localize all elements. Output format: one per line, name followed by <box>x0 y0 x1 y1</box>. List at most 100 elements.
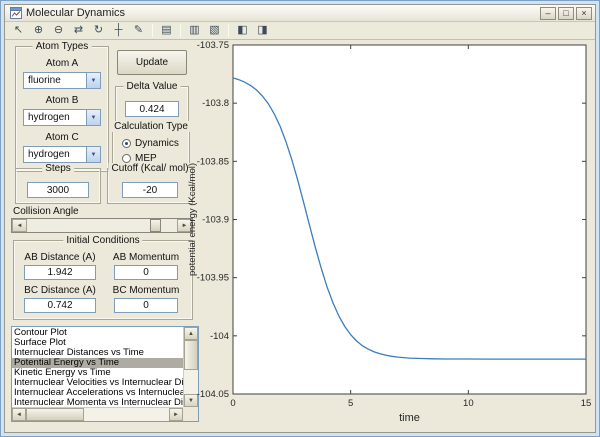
delta-value-title: Delta Value <box>123 81 181 92</box>
horizontal-scroll-track[interactable] <box>26 408 169 421</box>
data-cursor-icon[interactable]: ┼ <box>109 23 128 39</box>
scroll-right-icon[interactable]: ► <box>169 408 183 421</box>
svg-text:-103.75: -103.75 <box>197 40 229 51</box>
atom-a-dropdown[interactable]: fluorine ▼ <box>23 72 101 89</box>
brush-icon[interactable]: ✎ <box>129 23 148 39</box>
insert-colorbar-icon[interactable]: ▥ <box>185 23 204 39</box>
edit-plot-icon[interactable]: ↖ <box>9 23 28 39</box>
hide-plot-tools-icon[interactable]: ◧ <box>233 23 252 39</box>
horizontal-scroll-thumb[interactable] <box>26 408 84 421</box>
plot-type-listbox[interactable]: Contour Plot Surface Plot Internuclear Dis… <box>11 326 199 422</box>
atom-a-value: fluorine <box>23 72 86 89</box>
bc-distance-field: BC Distance (A) <box>20 285 100 313</box>
dropdown-arrow-icon[interactable]: ▼ <box>86 72 101 89</box>
svg-text:-104: -104 <box>210 331 229 342</box>
ab-momentum-field: AB Momentum <box>106 252 186 280</box>
initial-conditions-grid: AB Distance (A) AB Momentum BC Distance … <box>14 241 192 313</box>
print-icon[interactable]: ▤ <box>157 23 176 39</box>
list-item[interactable]: Internuclear Momenta vs Internuclear Dis… <box>12 398 183 408</box>
atom-a-label: Atom A <box>45 58 79 69</box>
insert-legend-icon[interactable]: ▧ <box>205 23 224 39</box>
svg-text:-103.8: -103.8 <box>202 98 229 109</box>
bc-momentum-label: BC Momentum <box>112 285 180 296</box>
atom-types-panel: Atom Types Atom A fluorine ▼ Atom B hydr… <box>15 41 109 172</box>
cutoff-title: Cutoff (Kcal/ mol) <box>108 163 192 174</box>
atom-b-row: Atom B hydrogen ▼ <box>23 95 101 126</box>
cutoff-input[interactable] <box>122 182 178 198</box>
collision-angle-slider[interactable]: ◄ ► <box>11 218 193 233</box>
rotate-3d-icon[interactable]: ↻ <box>89 23 108 39</box>
window-inner: Molecular Dynamics – □ × ↖ ⊕ ⊖ ⇄ ↻ ┼ ✎ ▤ ▥ ▧ ◧ ◨ At… <box>4 4 596 433</box>
collision-angle-label: Collision Angle <box>13 206 79 217</box>
cutoff-panel: Cutoff (Kcal/ mol) <box>107 163 193 204</box>
atom-a-row: Atom A fluorine ▼ <box>23 58 101 89</box>
svg-text:5: 5 <box>348 398 353 409</box>
ab-distance-label: AB Distance (A) <box>24 252 96 263</box>
steps-title: Steps <box>42 163 74 174</box>
toolbar-separator <box>228 24 229 37</box>
delta-value-input[interactable] <box>125 101 179 117</box>
svg-text:-103.85: -103.85 <box>197 156 229 167</box>
atom-b-label: Atom B <box>45 95 79 106</box>
zoom-in-icon[interactable]: ⊕ <box>29 23 48 39</box>
svg-text:10: 10 <box>463 398 474 409</box>
figure-toolbar: ↖ ⊕ ⊖ ⇄ ↻ ┼ ✎ ▤ ▥ ▧ ◧ ◨ <box>5 22 595 40</box>
titlebar[interactable]: Molecular Dynamics – □ × <box>5 5 595 22</box>
minimize-button[interactable]: – <box>540 6 556 20</box>
dropdown-arrow-icon[interactable]: ▼ <box>86 109 101 126</box>
client-area: Atom Types Atom A fluorine ▼ Atom B hydr… <box>5 40 595 432</box>
close-button[interactable]: × <box>576 6 592 20</box>
bc-distance-input[interactable] <box>24 298 96 313</box>
atom-c-label: Atom C <box>45 132 79 143</box>
initial-conditions-panel: Initial Conditions AB Distance (A) AB Mo… <box>13 235 193 320</box>
slider-track[interactable] <box>27 219 177 232</box>
window-icon <box>10 7 22 19</box>
slider-left-arrow-icon[interactable]: ◄ <box>12 219 27 232</box>
window-title: Molecular Dynamics <box>26 7 126 19</box>
app-window: Molecular Dynamics – □ × ↖ ⊕ ⊖ ⇄ ↻ ┼ ✎ ▤ ▥ ▧ ◧ ◨ At… <box>0 0 600 437</box>
toolbar-separator <box>152 24 153 37</box>
delta-value-panel: Delta Value <box>115 81 189 124</box>
dynamics-radio[interactable]: Dynamics <box>122 138 189 149</box>
ab-momentum-label: AB Momentum <box>112 252 180 263</box>
atom-c-row: Atom C hydrogen ▼ <box>23 132 101 163</box>
atom-b-value: hydrogen <box>23 109 86 126</box>
atom-types-title: Atom Types <box>32 41 92 52</box>
show-plot-tools-icon[interactable]: ◨ <box>253 23 272 39</box>
svg-text:-103.9: -103.9 <box>202 215 229 226</box>
svg-text:-104.05: -104.05 <box>197 389 229 400</box>
steps-input[interactable] <box>27 182 89 198</box>
plot-axes[interactable]: 0 5 10 15 -103.75 -103.8 -103.85 -103.9 -103.95 -… <box>188 40 595 432</box>
svg-text:15: 15 <box>581 398 592 409</box>
listbox-items: Contour Plot Surface Plot Internuclear Dis… <box>12 327 183 407</box>
bc-momentum-input[interactable] <box>114 298 178 313</box>
svg-text:potential energy (Kcal/mol): potential energy (Kcal/mol) <box>188 163 198 276</box>
zoom-out-icon[interactable]: ⊖ <box>49 23 68 39</box>
bc-momentum-field: BC Momentum <box>106 285 186 313</box>
dynamics-radio-label: Dynamics <box>135 138 179 149</box>
atom-c-dropdown[interactable]: hydrogen ▼ <box>23 146 101 163</box>
radio-button-icon[interactable] <box>122 154 131 163</box>
window-controls: – □ × <box>540 6 592 20</box>
calculation-type-title: Calculation Type <box>111 121 191 132</box>
initial-conditions-title: Initial Conditions <box>63 235 143 246</box>
pan-icon[interactable]: ⇄ <box>69 23 88 39</box>
ab-distance-input[interactable] <box>24 265 96 280</box>
horizontal-scrollbar[interactable]: ◄ ► <box>12 407 183 421</box>
atom-c-value: hydrogen <box>23 146 86 163</box>
scroll-left-icon[interactable]: ◄ <box>12 408 26 421</box>
dropdown-arrow-icon[interactable]: ▼ <box>86 146 101 163</box>
radio-button-icon[interactable] <box>122 139 131 148</box>
update-button[interactable]: Update <box>117 50 187 75</box>
ab-distance-field: AB Distance (A) <box>20 252 100 280</box>
toolbar-separator <box>180 24 181 37</box>
maximize-button[interactable]: □ <box>558 6 574 20</box>
ab-momentum-input[interactable] <box>114 265 178 280</box>
bc-distance-label: BC Distance (A) <box>24 285 96 296</box>
steps-panel: Steps <box>15 163 101 204</box>
svg-text:-103.95: -103.95 <box>197 273 229 284</box>
svg-text:time: time <box>399 412 420 424</box>
slider-thumb[interactable] <box>150 219 161 232</box>
atom-b-dropdown[interactable]: hydrogen ▼ <box>23 109 101 126</box>
svg-text:0: 0 <box>230 398 235 409</box>
